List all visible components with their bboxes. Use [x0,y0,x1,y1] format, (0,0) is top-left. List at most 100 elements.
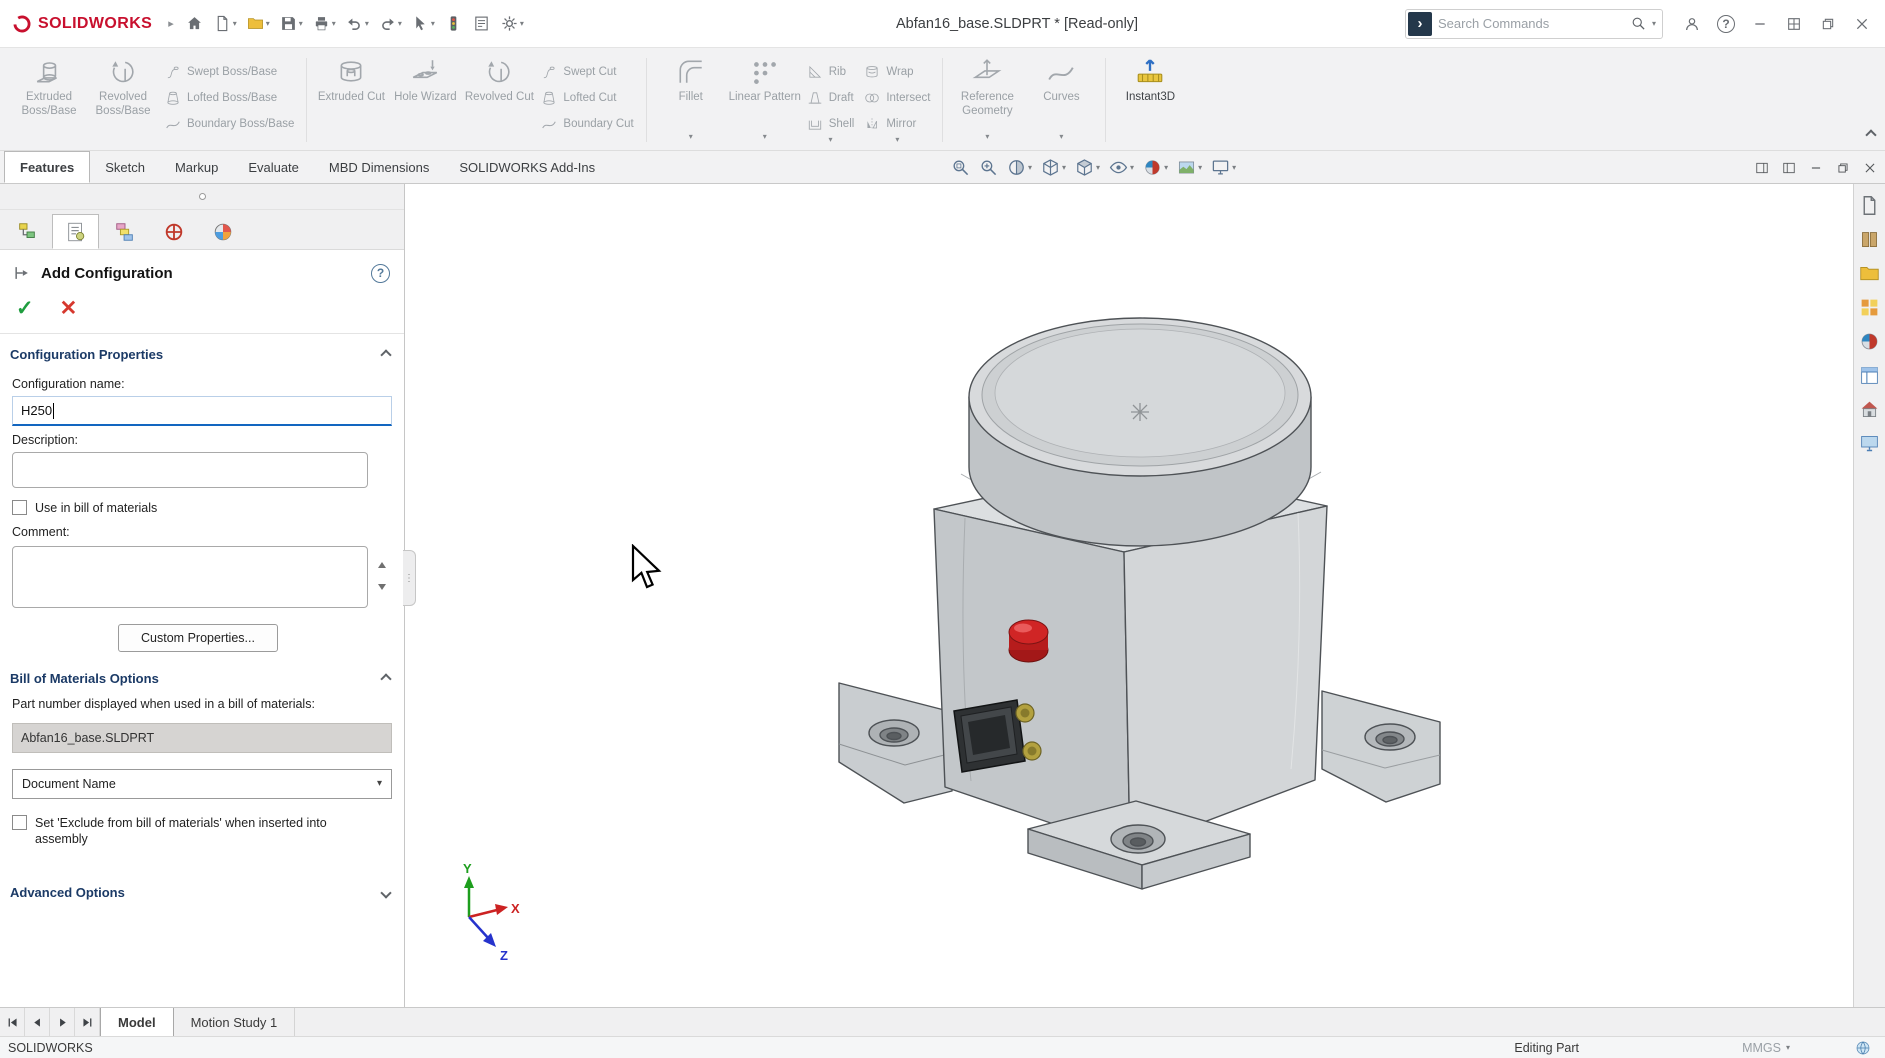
previous-tab-button[interactable] [25,1008,50,1036]
undo-button[interactable]: ▾ [342,8,373,40]
zoom-fit-button[interactable] [948,156,973,179]
configuration-manager-tab[interactable] [101,214,148,249]
lofted-cut-button[interactable]: Lofted Cut [536,86,638,109]
cancel-button[interactable]: ✕ [60,296,78,321]
display-manager-tab[interactable] [199,214,246,249]
ok-button[interactable]: ✓ [16,296,34,321]
instant3d-button[interactable]: Instant3D [1113,52,1187,105]
task-pane-resources-button[interactable] [1857,192,1883,218]
exclude-from-bom-checkbox[interactable] [12,815,27,830]
graphics-viewport[interactable]: Y X Z [405,184,1853,1007]
wrap-stack-dropdown-arrow[interactable]: ▾ [895,135,899,147]
linear-pattern-dropdown-arrow[interactable]: ▾ [763,132,767,144]
part-number-source-dropdown[interactable]: Document Name ▾ [12,769,392,799]
new-document-button[interactable]: ▾ [210,8,241,40]
lofted-boss-base-button[interactable]: Lofted Boss/Base [160,86,299,109]
fillet-button[interactable]: Fillet [654,52,728,105]
print-button[interactable]: ▾ [309,8,340,40]
document-restore-icon[interactable] [1836,161,1850,175]
use-in-bom-checkbox[interactable] [12,500,27,515]
extruded-boss-base-button[interactable]: Extruded Boss/Base [12,52,86,118]
model-tab[interactable]: Model [100,1008,174,1036]
view-settings-button[interactable]: ▾ [1208,156,1239,179]
restore-button[interactable] [1815,8,1841,40]
search-dropdown-arrow[interactable]: ▾ [1652,20,1656,28]
section-view-button[interactable]: ▾ [1004,156,1035,179]
display-style-button[interactable]: ▾ [1072,156,1103,179]
logo-expand-arrow[interactable]: ▸ [162,17,180,30]
view-palette-button[interactable] [1857,294,1883,320]
custom-properties-button[interactable]: Custom Properties... [118,624,278,652]
rib-stack-dropdown-arrow[interactable]: ▾ [829,135,833,147]
section-collapse-button[interactable] [382,347,390,362]
swept-boss-base-button[interactable]: Swept Boss/Base [160,60,299,83]
fillet-dropdown-arrow[interactable]: ▾ [689,132,693,144]
open-button[interactable]: ▾ [243,8,274,40]
wrap-button[interactable]: Wrap [859,60,935,83]
section-expand-button[interactable] [382,885,390,900]
save-button[interactable]: ▾ [276,8,307,40]
configuration-name-input[interactable]: H250 [12,396,392,426]
select-button[interactable]: ▾ [408,8,439,40]
search-icon[interactable] [1631,16,1646,31]
next-tab-button[interactable] [50,1008,75,1036]
revolved-cut-button[interactable]: Revolved Cut [462,52,536,105]
feature-manager-splitter[interactable] [0,184,404,210]
section-collapse-button[interactable] [382,671,390,686]
tab-mbd-dimensions[interactable]: MBD Dimensions [314,151,444,183]
feature-manager-tree-tab[interactable] [3,214,50,249]
ribbon-collapse-button[interactable] [1867,127,1875,142]
units-selector[interactable]: MMGS ▾ [1742,1041,1790,1055]
pane-right-icon[interactable] [1782,161,1796,175]
solidworks-forum-button[interactable] [1857,396,1883,422]
redo-button[interactable]: ▾ [375,8,406,40]
curves-dropdown-arrow[interactable]: ▾ [1059,132,1063,144]
document-close-icon[interactable] [1863,161,1877,175]
dimxpert-manager-tab[interactable] [150,214,197,249]
shell-button[interactable]: Shell [802,112,860,135]
design-library-button[interactable] [1857,226,1883,252]
apply-scene-button[interactable]: ▾ [1174,156,1205,179]
mirror-button[interactable]: Mirror [859,112,935,135]
linear-pattern-button[interactable]: Linear Pattern [728,52,802,105]
scroll-up-icon[interactable] [378,562,386,568]
rib-button[interactable]: Rib [802,60,860,83]
minimize-button[interactable] [1747,8,1773,40]
file-properties-button[interactable] [469,8,495,40]
scroll-down-icon[interactable] [378,584,386,590]
first-tab-button[interactable] [0,1008,25,1036]
boundary-cut-button[interactable]: Boundary Cut [536,112,638,135]
appearances-scenes-button[interactable] [1857,328,1883,354]
property-manager-tab[interactable] [52,214,99,249]
reference-geometry-dropdown-arrow[interactable]: ▾ [985,132,989,144]
hole-wizard-button[interactable]: Hole Wizard [388,52,462,105]
custom-properties-tab-button[interactable] [1857,362,1883,388]
pane-left-icon[interactable] [1755,161,1769,175]
draft-button[interactable]: Draft [802,86,860,109]
document-minimize-icon[interactable] [1809,161,1823,175]
extruded-cut-button[interactable]: Extruded Cut [314,52,388,105]
command-search[interactable]: › ▾ [1405,9,1663,39]
intersect-button[interactable]: Intersect [859,86,935,109]
user-account-button[interactable] [1679,8,1705,40]
swept-cut-button[interactable]: Swept Cut [536,60,638,83]
home-button[interactable] [182,8,208,40]
tab-features[interactable]: Features [4,151,90,183]
reference-geometry-button[interactable]: Reference Geometry [950,52,1024,118]
screen-capture-button[interactable] [1857,430,1883,456]
panel-help-icon[interactable]: ? [371,264,390,283]
rebuild-button[interactable] [441,8,467,40]
last-tab-button[interactable] [75,1008,100,1036]
panel-splitter-handle[interactable]: ⋮ [403,550,416,606]
tab-markup[interactable]: Markup [160,151,233,183]
tab-solidworks-add-ins[interactable]: SOLIDWORKS Add-Ins [444,151,610,183]
file-explorer-button[interactable] [1857,260,1883,286]
language-globe-icon[interactable] [1855,1040,1871,1056]
description-input[interactable] [12,452,368,488]
window-layout-button[interactable] [1781,8,1807,40]
search-launcher-icon[interactable]: › [1408,12,1432,36]
motion-study-tab[interactable]: Motion Study 1 [174,1008,296,1036]
zoom-area-button[interactable] [976,156,1001,179]
options-button[interactable]: ▾ [497,8,528,40]
revolved-boss-base-button[interactable]: Revolved Boss/Base [86,52,160,118]
